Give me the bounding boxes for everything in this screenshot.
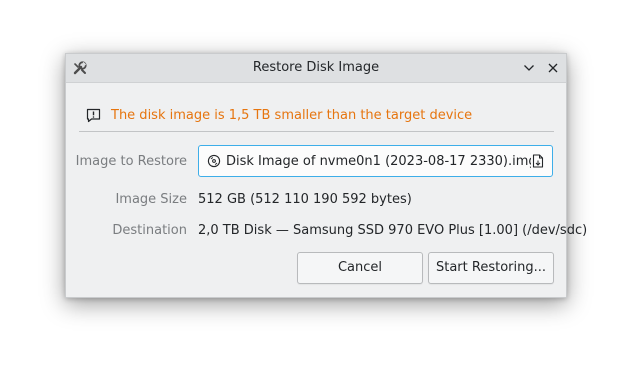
destination-value: 2,0 TB Disk — Samsung SSD 970 EVO Plus [… bbox=[198, 223, 588, 238]
title-bar[interactable]: Restore Disk Image bbox=[66, 54, 566, 83]
image-file-value[interactable]: Disk Image of nvme0n1 (2023-08-17 2330).… bbox=[226, 154, 531, 169]
warning-text: The disk image is 1,5 TB smaller than th… bbox=[111, 107, 473, 123]
image-size-value: 512 GB (512 110 190 592 bytes) bbox=[198, 192, 412, 207]
image-size-label: Image Size bbox=[115, 192, 187, 207]
disk-image-icon bbox=[207, 154, 221, 168]
destination-label: Destination bbox=[112, 223, 187, 238]
warning-message: The disk image is 1,5 TB smaller than th… bbox=[86, 106, 472, 124]
close-icon bbox=[548, 63, 558, 73]
window-title: Restore Disk Image bbox=[252, 60, 380, 75]
start-restoring-button[interactable]: Start Restoring... bbox=[428, 252, 554, 284]
image-to-restore-label: Image to Restore bbox=[75, 154, 187, 169]
document-open-icon[interactable] bbox=[531, 154, 545, 168]
exclamation-bubble-icon bbox=[86, 108, 101, 123]
separator bbox=[79, 131, 554, 132]
cancel-button[interactable]: Cancel bbox=[297, 252, 423, 284]
restore-disk-image-dialog: Restore Disk Image The disk image is 1,5… bbox=[65, 53, 587, 298]
minimize-button[interactable] bbox=[520, 59, 538, 77]
close-button[interactable] bbox=[544, 59, 562, 77]
image-file-field[interactable]: Disk Image of nvme0n1 (2023-08-17 2330).… bbox=[198, 145, 553, 177]
chevron-down-icon bbox=[524, 65, 534, 71]
